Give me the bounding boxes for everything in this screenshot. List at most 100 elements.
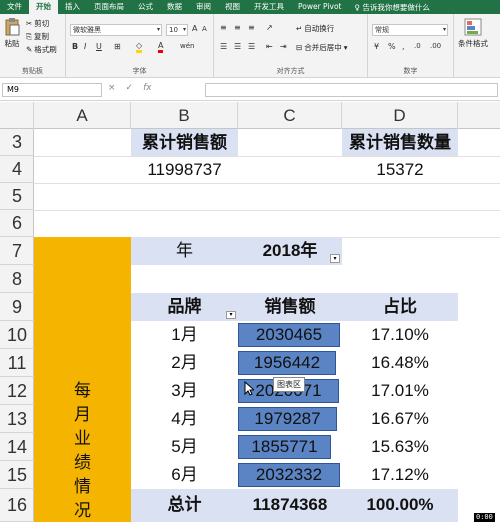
increase-decimal-icon[interactable]: .0 xyxy=(414,42,421,50)
wrap-text-button[interactable]: ↵ 自动换行 xyxy=(296,23,334,34)
paste-button[interactable]: 粘贴 xyxy=(4,18,20,49)
formula-input[interactable] xyxy=(205,83,498,97)
row-header-10[interactable]: 10 xyxy=(0,321,34,349)
month-label[interactable]: 6月 xyxy=(131,461,238,489)
tab-home[interactable]: 开始 xyxy=(29,0,58,14)
column-header-a[interactable]: A xyxy=(34,102,131,129)
row-header-11[interactable]: 11 xyxy=(0,349,34,377)
font-color-icon[interactable]: A xyxy=(158,41,164,53)
cumulative-quantity-label[interactable]: 累计销售数量 xyxy=(342,129,458,156)
underline-button[interactable]: U xyxy=(96,42,102,51)
column-header-d[interactable]: D xyxy=(342,102,458,129)
decrease-decimal-icon[interactable]: .00 xyxy=(430,42,441,50)
tab-file[interactable]: 文件 xyxy=(0,0,29,14)
tab-view[interactable]: 视图 xyxy=(218,0,247,14)
row-header-14[interactable]: 14 xyxy=(0,433,34,461)
month-sales-value[interactable]: 2030465 xyxy=(238,321,340,349)
align-middle-icon[interactable]: ≡ xyxy=(234,23,241,32)
sales-header[interactable]: 销售额 xyxy=(238,293,342,321)
row-header-13[interactable]: 13 xyxy=(0,405,34,433)
enter-icon[interactable]: ✓ xyxy=(126,83,134,93)
copy-button[interactable]: ⎘ 复制 xyxy=(26,31,49,42)
currency-icon[interactable]: ¥ xyxy=(374,42,379,51)
tab-power-pivot[interactable]: Power Pivot xyxy=(291,0,348,14)
row-header-15[interactable]: 15 xyxy=(0,461,34,489)
row-header-4[interactable]: 4 xyxy=(0,156,34,183)
month-sales-value[interactable]: 2032332 xyxy=(238,461,340,489)
month-share-value[interactable]: 17.01% xyxy=(342,377,458,405)
cut-button[interactable]: ✂ 剪切 xyxy=(26,18,49,29)
month-label[interactable]: 5月 xyxy=(131,433,238,461)
month-sales-value[interactable]: 1956442 xyxy=(238,349,336,377)
align-top-icon[interactable]: ≡ xyxy=(220,23,227,32)
total-label[interactable]: 总计 xyxy=(131,489,238,522)
format-painter-button[interactable]: ✎ 格式刷 xyxy=(26,44,57,55)
tab-developer[interactable]: 开发工具 xyxy=(247,0,291,14)
align-right-icon[interactable]: ☰ xyxy=(248,42,255,51)
month-label[interactable]: 3月 xyxy=(131,377,238,405)
row-header-6[interactable]: 6 xyxy=(0,210,34,237)
column-header-b[interactable]: B xyxy=(131,102,238,129)
row-header-5[interactable]: 5 xyxy=(0,183,34,210)
row-header-12[interactable]: 12 xyxy=(0,377,34,405)
row-header-7[interactable]: 7 xyxy=(0,237,34,265)
align-bottom-icon[interactable]: ≡ xyxy=(248,23,255,32)
monthly-performance-merged-cell[interactable]: 每 月 业 绩 情 况 xyxy=(34,237,131,522)
orientation-icon[interactable]: ↗ xyxy=(266,23,273,32)
bold-button[interactable]: B xyxy=(72,42,78,51)
filter-dropdown-icon[interactable]: ▾ xyxy=(226,311,236,319)
align-center-icon[interactable]: ☰ xyxy=(234,42,241,51)
month-label[interactable]: 4月 xyxy=(131,405,238,433)
brand-header[interactable]: 品牌 xyxy=(131,293,238,321)
font-size-dropdown[interactable]: 10 ▾ xyxy=(166,24,188,36)
italic-button[interactable]: I xyxy=(84,42,86,51)
column-header-c[interactable]: C xyxy=(238,102,342,129)
month-share-value[interactable]: 16.48% xyxy=(342,349,458,377)
month-share-value[interactable]: 15.63% xyxy=(342,433,458,461)
share-header[interactable]: 占比 xyxy=(342,293,458,321)
cumulative-sales-value[interactable]: 11998737 xyxy=(131,156,238,183)
select-all-corner[interactable] xyxy=(0,102,34,129)
month-sales-value[interactable]: 1855771 xyxy=(238,433,331,461)
month-label[interactable]: 1月 xyxy=(131,321,238,349)
cumulative-quantity-value[interactable]: 15372 xyxy=(342,156,458,183)
tab-data[interactable]: 数据 xyxy=(160,0,189,14)
total-sales[interactable]: 11874368 xyxy=(238,489,342,522)
total-share[interactable]: 100.00% xyxy=(342,489,458,522)
tab-review[interactable]: 审阅 xyxy=(189,0,218,14)
name-box[interactable]: M9 xyxy=(2,83,102,97)
tab-formulas[interactable]: 公式 xyxy=(131,0,160,14)
year-filter-label[interactable]: 年 xyxy=(131,237,238,265)
percent-icon[interactable]: % xyxy=(388,42,396,51)
increase-indent-icon[interactable]: ⇥ xyxy=(280,42,287,51)
month-label[interactable]: 2月 xyxy=(131,349,238,377)
cumulative-sales-label[interactable]: 累计销售额 xyxy=(131,129,238,156)
month-share-value[interactable]: 17.12% xyxy=(342,461,458,489)
row-header-8[interactable]: 8 xyxy=(0,265,34,293)
year-filter-value[interactable]: 2018年 xyxy=(238,237,342,265)
font-name-dropdown[interactable]: 微软雅黑 ▾ xyxy=(70,24,162,36)
month-share-value[interactable]: 16.67% xyxy=(342,405,458,433)
tab-page-layout[interactable]: 页面布局 xyxy=(87,0,131,14)
fill-color-icon[interactable]: ◇ xyxy=(136,41,143,53)
phonetic-icon[interactable]: wén xyxy=(180,42,194,50)
shrink-font-icon[interactable]: A xyxy=(202,25,207,33)
insert-function-icon[interactable]: fx xyxy=(143,83,152,93)
decrease-indent-icon[interactable]: ⇤ xyxy=(266,42,273,51)
number-format-dropdown[interactable]: 常规 ▾ xyxy=(372,24,448,36)
month-sales-value[interactable]: 1979287 xyxy=(238,405,337,433)
tell-me-box[interactable]: ♀ 告诉我你想要做什么 xyxy=(354,2,429,13)
tab-insert[interactable]: 插入 xyxy=(58,0,87,14)
row-header-3[interactable]: 3 xyxy=(0,129,34,156)
align-left-icon[interactable]: ☰ xyxy=(220,42,227,51)
row-header-16[interactable]: 16 xyxy=(0,489,34,522)
filter-icon[interactable]: ▾ xyxy=(330,254,340,263)
row-header-9[interactable]: 9 xyxy=(0,293,34,321)
month-share-value[interactable]: 17.10% xyxy=(342,321,458,349)
comma-icon[interactable]: , xyxy=(402,42,405,51)
grow-font-icon[interactable]: A xyxy=(192,24,197,33)
conditional-format-button[interactable]: 条件格式 xyxy=(458,18,488,49)
borders-icon[interactable]: ⊞ xyxy=(114,42,121,51)
merge-center-button[interactable]: ⊟ 合并后居中 ▾ xyxy=(296,42,348,53)
cancel-icon[interactable]: × xyxy=(108,83,116,93)
